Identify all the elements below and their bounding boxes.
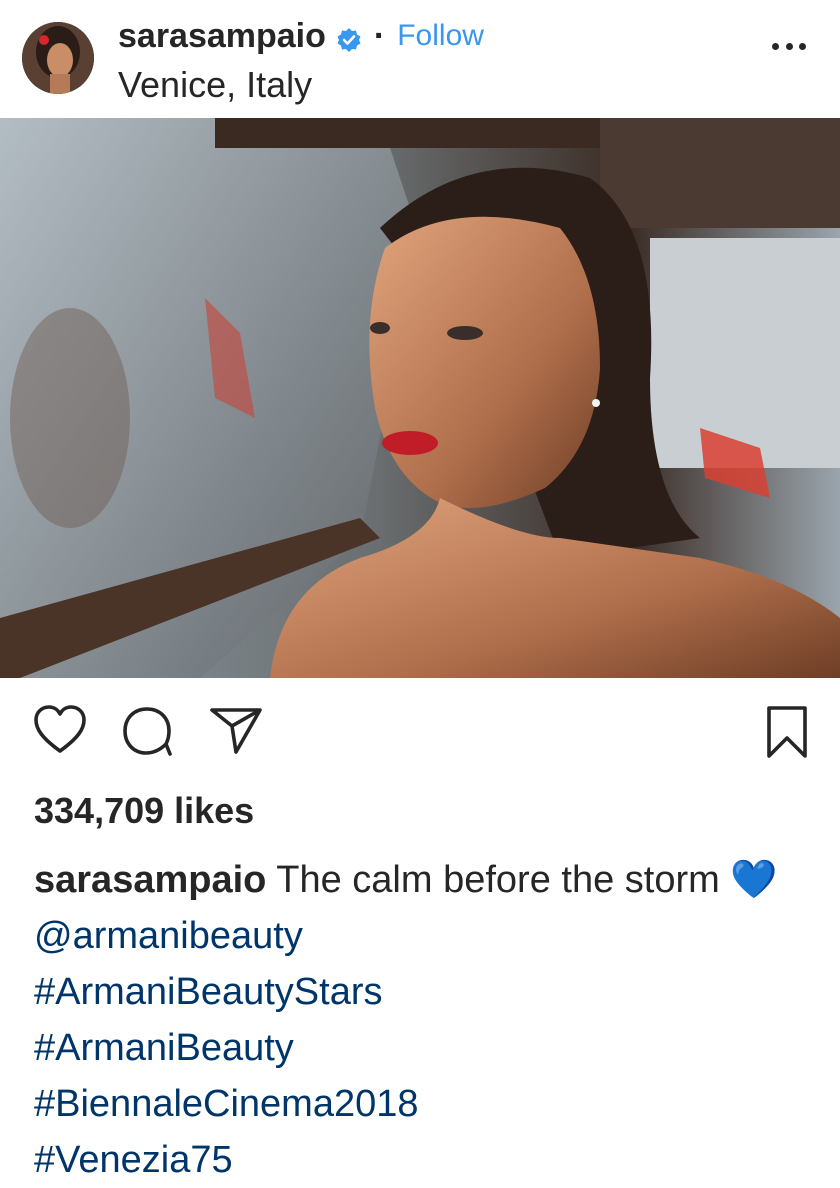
- hashtag-link[interactable]: #BiennaleCinema2018: [34, 1076, 794, 1132]
- blue-heart-emoji: 💙: [730, 859, 778, 901]
- hashtag-link[interactable]: #ArmaniBeauty: [34, 1020, 794, 1076]
- mention-link[interactable]: @armanibeauty: [34, 915, 303, 957]
- more-options-icon[interactable]: [772, 40, 806, 52]
- caption-text: The calm before the storm: [276, 859, 720, 901]
- bookmark-icon[interactable]: [764, 704, 810, 765]
- hashtag-link[interactable]: #Venezia75: [34, 1132, 794, 1188]
- avatar[interactable]: [22, 22, 94, 94]
- caption: sarasampaio The calm before the storm 💙 …: [34, 852, 794, 1188]
- post-photo[interactable]: [0, 118, 840, 678]
- comment-bubble-icon[interactable]: [120, 704, 176, 763]
- heart-icon[interactable]: [32, 704, 88, 761]
- verified-badge-icon: [336, 23, 362, 52]
- caption-username[interactable]: sarasampaio: [34, 859, 266, 901]
- location-label[interactable]: Venice, Italy: [118, 64, 312, 106]
- user-line: sarasampaio · Follow: [118, 14, 484, 58]
- hashtag-link[interactable]: #ArmaniBeautyStars: [34, 964, 794, 1020]
- separator-dot: ·: [373, 16, 386, 55]
- follow-button[interactable]: Follow: [397, 19, 484, 53]
- likes-count[interactable]: 334,709 likes: [34, 790, 254, 832]
- more-dot: [799, 42, 806, 50]
- more-dot: [772, 42, 779, 50]
- username[interactable]: sarasampaio: [118, 17, 326, 56]
- more-dot: [785, 42, 793, 50]
- post-actions: [0, 700, 840, 764]
- post-header: sarasampaio · Follow Venice, Italy: [0, 0, 840, 118]
- paper-plane-icon[interactable]: [208, 704, 264, 761]
